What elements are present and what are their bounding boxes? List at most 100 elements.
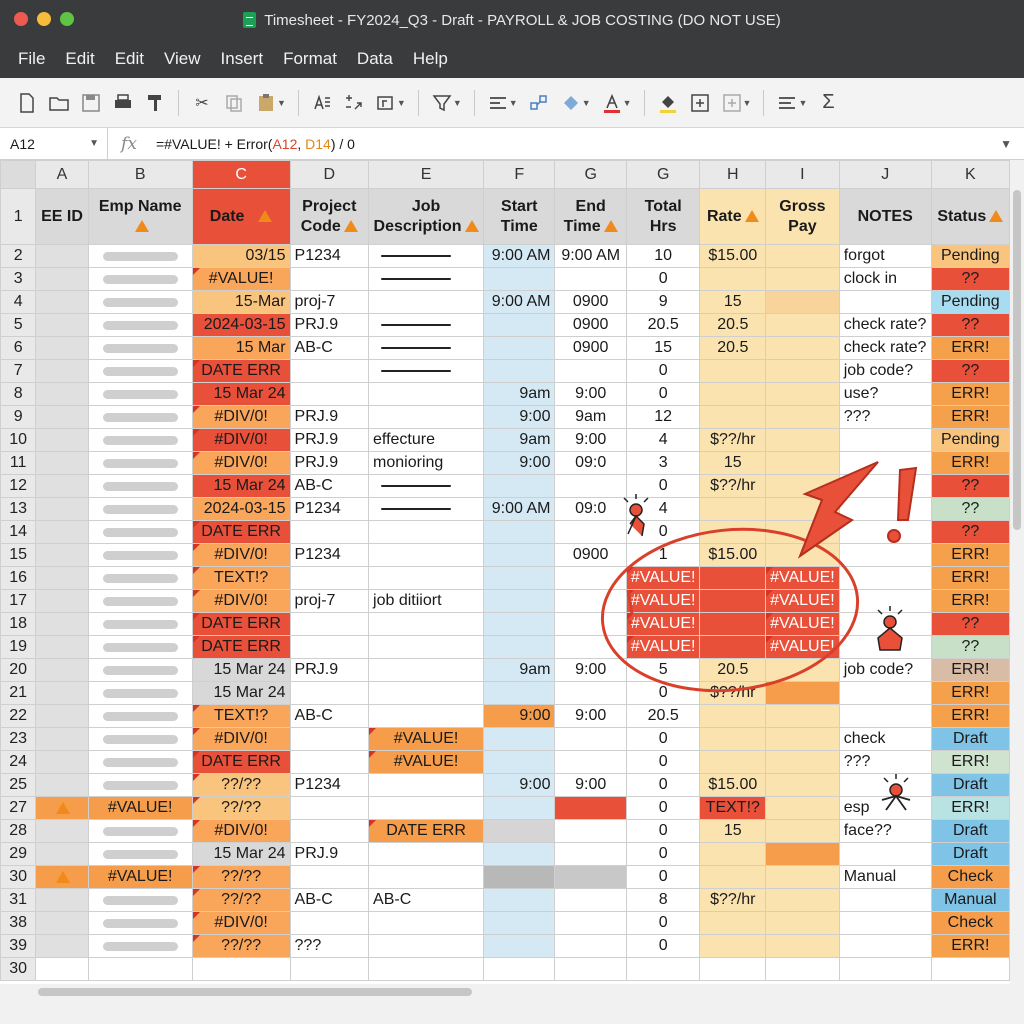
cell-end-time[interactable] (554, 681, 627, 705)
cell-end-time[interactable]: 9:00 (554, 773, 627, 797)
cell-emp-name[interactable] (87, 359, 193, 383)
new-file-icon[interactable] (12, 88, 42, 118)
cell-job-description[interactable] (368, 405, 485, 429)
header-date[interactable]: Date (191, 188, 291, 245)
cell-end-time[interactable] (554, 865, 627, 889)
cell-start-time[interactable] (483, 888, 556, 912)
cell-emp-name[interactable]: #VALUE! (87, 865, 193, 889)
cell-emp-name[interactable] (87, 635, 193, 659)
cell-notes[interactable] (838, 957, 932, 981)
cell-date[interactable]: 15 Mar 24 (191, 658, 291, 682)
cell-status[interactable]: ?? (930, 497, 1010, 521)
cell-date[interactable]: TEXT!? (191, 566, 291, 590)
cell-total-hrs[interactable]: 0 (625, 819, 701, 843)
cell-emp-name[interactable] (87, 543, 193, 567)
cell-date[interactable]: DATE ERR (191, 750, 291, 774)
cell-total-hrs[interactable]: 8 (625, 888, 701, 912)
cell-row-header[interactable]: 7 (0, 359, 37, 383)
cell-project-code[interactable] (289, 819, 370, 843)
header-ee-id[interactable]: EE ID (35, 188, 89, 245)
header-rate[interactable]: Rate (699, 188, 767, 245)
cell-status[interactable]: ?? (930, 635, 1010, 659)
cell-rate[interactable] (699, 497, 767, 521)
cell-row-header[interactable]: 11 (0, 451, 37, 475)
cell-job-description[interactable]: job ditiiort (368, 589, 485, 613)
cell-total-hrs[interactable]: 0 (625, 474, 701, 498)
cell-row-header[interactable]: 3 (0, 267, 37, 291)
cell-status[interactable] (930, 957, 1010, 981)
menu-file[interactable]: File (8, 49, 55, 69)
cell-rate[interactable]: 15 (699, 451, 767, 475)
cell-emp-name[interactable] (87, 566, 193, 590)
cell-emp-name[interactable] (87, 842, 193, 866)
cell-emp-name[interactable] (87, 819, 193, 843)
column-header[interactable]: C (191, 160, 291, 189)
cell-job-description[interactable] (368, 382, 485, 406)
cell-row-header[interactable]: 15 (0, 543, 37, 567)
cell-ee-id[interactable] (35, 359, 89, 383)
cell-ee-id[interactable] (35, 911, 89, 935)
cell-rate[interactable]: 15 (699, 290, 767, 314)
cell-end-time[interactable]: 9:00 (554, 428, 627, 452)
cell-gross-pay[interactable] (765, 681, 840, 705)
cell-end-time[interactable] (554, 934, 627, 958)
cell-gross-pay[interactable] (765, 474, 840, 498)
cell-end-time[interactable] (554, 474, 627, 498)
column-header[interactable]: K (930, 160, 1010, 189)
cell-project-code[interactable]: PRJ.9 (289, 428, 370, 452)
column-header[interactable]: G (554, 160, 627, 189)
cell-emp-name[interactable] (87, 773, 193, 797)
cell-total-hrs[interactable]: 0 (625, 934, 701, 958)
cell-ee-id[interactable] (35, 934, 89, 958)
cell-project-code[interactable] (289, 865, 370, 889)
cell-notes[interactable]: job code? (838, 359, 932, 383)
cell-end-time[interactable] (554, 796, 627, 820)
cell-end-time[interactable]: 9am (554, 405, 627, 429)
cell-date[interactable]: 2024-03-15 (191, 313, 291, 337)
cell-job-description[interactable] (368, 704, 485, 728)
cell-emp-name[interactable] (87, 244, 193, 268)
cell-date[interactable]: 15 Mar 24 (191, 681, 291, 705)
cell-status[interactable]: ERR! (930, 405, 1010, 429)
cell-start-time[interactable] (483, 336, 556, 360)
cell-date[interactable]: DATE ERR (191, 359, 291, 383)
cell-ee-id[interactable] (35, 428, 89, 452)
menu-format[interactable]: Format (273, 49, 347, 69)
cell-job-description[interactable] (368, 336, 485, 360)
cell-gross-pay[interactable] (765, 313, 840, 337)
cell-ee-id[interactable] (35, 635, 89, 659)
cell-end-time[interactable] (554, 589, 627, 613)
cell-job-description[interactable] (368, 497, 485, 521)
cell-rate[interactable] (699, 934, 767, 958)
cell-job-description[interactable]: effecture (368, 428, 485, 452)
cell-emp-name[interactable]: #VALUE! (87, 796, 193, 820)
cell-row-header[interactable]: 20 (0, 658, 37, 682)
cell-notes[interactable] (838, 681, 932, 705)
cell-project-code[interactable]: P1234 (289, 773, 370, 797)
menu-view[interactable]: View (154, 49, 211, 69)
cell-end-time[interactable] (554, 612, 627, 636)
cell-rate[interactable]: 20.5 (699, 313, 767, 337)
cell-date[interactable]: 2024-03-15 (191, 497, 291, 521)
cell-total-hrs[interactable]: 0 (625, 865, 701, 889)
cell-total-hrs[interactable]: 0 (625, 727, 701, 751)
cell-rate[interactable]: $15.00 (699, 773, 767, 797)
cell-row-header[interactable]: 23 (0, 727, 37, 751)
cell-rate[interactable] (699, 957, 767, 981)
cell-end-time[interactable]: 0900 (554, 290, 627, 314)
cell-start-time[interactable] (483, 727, 556, 751)
vertical-scroll-thumb[interactable] (1013, 190, 1021, 530)
cell-date[interactable]: #VALUE! (191, 267, 291, 291)
cell-rate[interactable] (699, 382, 767, 406)
cell-gross-pay[interactable] (765, 727, 840, 751)
cell-total-hrs[interactable]: 12 (625, 405, 701, 429)
cell-job-description[interactable] (368, 267, 485, 291)
number-format-icon[interactable] (339, 88, 369, 118)
minimize-button[interactable] (37, 12, 51, 26)
cell-job-description[interactable] (368, 474, 485, 498)
cell-notes[interactable]: esp (838, 796, 932, 820)
format-painter-icon[interactable] (140, 88, 170, 118)
cell-end-time[interactable] (554, 911, 627, 935)
cell-end-time[interactable]: 09:0 (554, 451, 627, 475)
cell-gross-pay[interactable] (765, 865, 840, 889)
